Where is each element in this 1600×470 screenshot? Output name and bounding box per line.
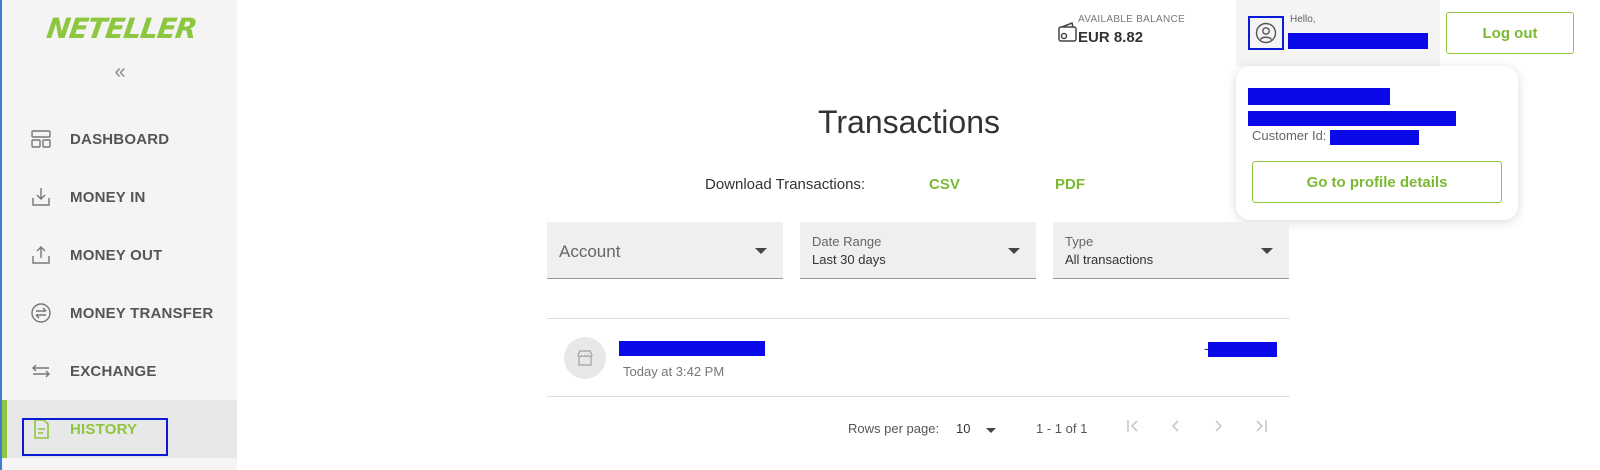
logout-button[interactable]: Log out [1446, 12, 1574, 54]
sidebar-item-label: MONEY IN [70, 188, 146, 206]
download-label: Download Transactions: [705, 176, 866, 193]
next-page-icon[interactable] [1207, 418, 1229, 440]
redacted-transaction-name [619, 341, 765, 356]
sidebar-item-money-out[interactable]: MONEY OUT [2, 226, 237, 284]
type-value: All transactions [1065, 252, 1154, 267]
balance-value: EUR 8.82 [1078, 29, 1144, 46]
sidebar: NETELLER « DASHBOARD MONEY IN MONEY OUT … [0, 0, 237, 470]
sidebar-item-exchange[interactable]: EXCHANGE [2, 342, 237, 400]
rows-per-page-caret-icon[interactable] [986, 428, 996, 433]
collapse-sidebar-icon[interactable]: « [110, 62, 130, 82]
redacted-name [1248, 88, 1390, 105]
sidebar-item-label: MONEY OUT [70, 246, 163, 264]
redacted-email [1248, 111, 1456, 126]
customer-id-label: Customer Id: [1252, 128, 1327, 143]
prev-page-icon[interactable] [1165, 418, 1187, 440]
account-select[interactable]: Account [547, 222, 783, 279]
divider [547, 396, 1290, 397]
account-placeholder: Account [559, 242, 621, 261]
user-avatar-icon[interactable] [1248, 16, 1284, 50]
download-pdf-link[interactable]: PDF [1055, 176, 1085, 193]
date-range-select[interactable]: Date Range Last 30 days [800, 222, 1036, 279]
sidebar-item-money-in[interactable]: MONEY IN [2, 168, 237, 226]
divider [547, 318, 1290, 319]
date-range-label: Date Range [812, 234, 882, 249]
caret-down-icon [755, 248, 767, 254]
user-menu[interactable]: Hello, [1236, 0, 1440, 66]
merchant-store-icon [564, 337, 606, 379]
type-select[interactable]: Type All transactions [1053, 222, 1289, 279]
sidebar-item-label: EXCHANGE [70, 362, 157, 380]
hello-label: Hello, [1290, 14, 1316, 25]
money-out-icon [32, 246, 50, 264]
pagination-range: 1 - 1 of 1 [1036, 421, 1088, 436]
caret-down-icon [1008, 248, 1020, 254]
transfer-icon [31, 303, 51, 323]
profile-popup: Customer Id: Go to profile details [1236, 66, 1518, 220]
exchange-icon [32, 364, 50, 378]
wallet-icon [1058, 21, 1077, 42]
first-page-icon[interactable] [1122, 418, 1144, 440]
neteller-logo[interactable]: NETELLER [45, 12, 199, 45]
type-label: Type [1065, 234, 1094, 249]
history-highlight-box [22, 418, 168, 456]
balance-label: AVAILABLE BALANCE [1078, 14, 1185, 25]
page-title: Transactions [818, 104, 1000, 140]
sidebar-item-dashboard[interactable]: DASHBOARD [2, 110, 237, 168]
redacted-username [1288, 33, 1428, 49]
profile-details-button[interactable]: Go to profile details [1252, 161, 1502, 203]
redacted-customer-id [1330, 130, 1419, 145]
rows-per-page-label: Rows per page: [848, 421, 940, 436]
money-in-icon [32, 188, 50, 206]
available-balance: AVAILABLE BALANCE EUR 8.82 [1058, 14, 1185, 46]
rows-per-page-value[interactable]: 10 [956, 421, 970, 436]
download-csv-link[interactable]: CSV [929, 176, 960, 193]
sidebar-item-label: DASHBOARD [70, 130, 170, 148]
last-page-icon[interactable] [1250, 418, 1272, 440]
dashboard-icon [31, 130, 51, 148]
active-indicator [2, 400, 7, 458]
sidebar-item-label: MONEY TRANSFER [70, 304, 214, 322]
caret-down-icon [1261, 248, 1273, 254]
date-range-value: Last 30 days [812, 252, 886, 267]
transaction-time: Today at 3:42 PM [623, 364, 725, 379]
sidebar-item-money-transfer[interactable]: MONEY TRANSFER [2, 284, 237, 342]
redacted-transaction-amount [1208, 342, 1277, 357]
